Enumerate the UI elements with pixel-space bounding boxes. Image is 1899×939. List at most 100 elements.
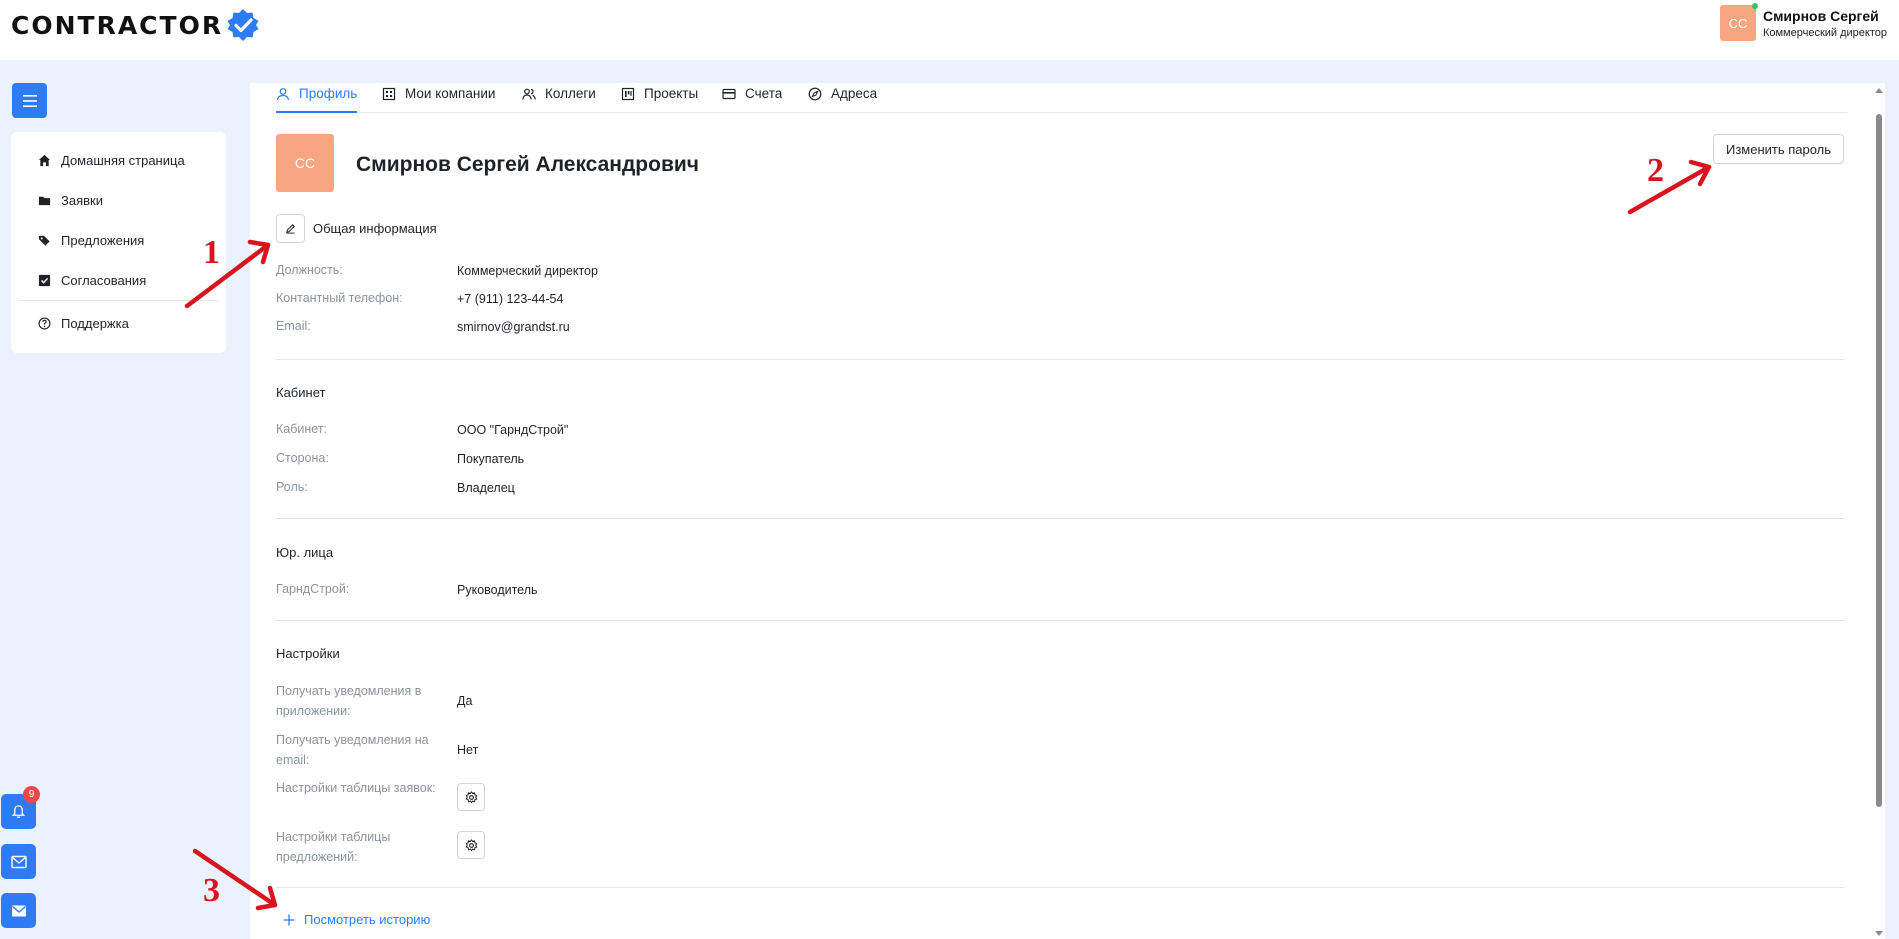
top-bar: CONTRACTOR СС Смирнов Сергей Коммерчески… [0, 0, 1899, 60]
sidebar-item-label: Домашняя страница [61, 153, 185, 168]
online-status-dot [1751, 3, 1758, 9]
notifications-button[interactable]: 9 [1, 786, 40, 829]
field-label-email: Email: [276, 319, 311, 333]
profile-panel: Профиль Мои компании Коллеги Проекты Сче… [250, 83, 1885, 939]
legal-section-title: Юр. лица [276, 545, 334, 560]
tab-profile[interactable]: Профиль [276, 86, 358, 113]
annotation-label-2: 2 [1647, 152, 1664, 189]
logo[interactable]: CONTRACTOR [11, 8, 260, 42]
user-info: Смирнов Сергей Коммерческий директор [1763, 8, 1887, 39]
tab-label: Проекты [644, 86, 699, 101]
building-icon [382, 87, 396, 101]
user-icon [276, 88, 290, 101]
section-divider [276, 518, 1844, 519]
field-value-phone: +7 (911) 123-44-54 [457, 292, 564, 306]
logo-text: CONTRACTOR [11, 10, 224, 40]
user-avatar-initials: СС [1728, 15, 1748, 31]
field-value-legal-entity: Руководитель [457, 583, 538, 597]
sidebar-item-label: Предложения [61, 233, 145, 248]
sidebar-item-approvals[interactable]: Согласования [38, 273, 146, 288]
tab-projects[interactable]: Проекты [621, 86, 698, 113]
edit-general-info-button[interactable] [276, 214, 305, 243]
tab-invoices[interactable]: Счета [722, 86, 782, 113]
field-label-position: Должность: [276, 263, 343, 277]
check-square-icon [38, 274, 51, 287]
field-label-role: Роль: [276, 480, 308, 494]
field-value-role: Владелец [457, 481, 515, 495]
mail-outline-icon [10, 855, 27, 868]
user-name: Смирнов Сергей [1762, 7, 1879, 24]
users-icon [522, 88, 536, 100]
scroll-up-arrow-icon[interactable] [1875, 88, 1883, 93]
profile-avatar: СС [276, 134, 334, 192]
page-scrollbar[interactable] [1874, 83, 1884, 939]
field-label-side: Сторона: [276, 451, 329, 465]
sidebar-item-support[interactable]: Поддержка [38, 316, 129, 331]
sidebar-item-label: Заявки [61, 193, 103, 208]
question-circle-icon [38, 317, 51, 330]
folder-icon [38, 196, 51, 206]
change-password-button[interactable]: Изменить пароль [1713, 134, 1844, 164]
section-divider [276, 620, 1844, 621]
tab-label: Коллеги [545, 86, 596, 101]
view-history-label: Посмотреть историю [304, 912, 431, 927]
field-label-cabinet: Кабинет: [276, 422, 328, 436]
scroll-down-arrow-icon[interactable] [1875, 931, 1883, 936]
field-value-position: Коммерческий директор [457, 264, 598, 278]
sidebar-item-label: Поддержка [61, 316, 129, 331]
offers-table-settings-button[interactable] [457, 831, 485, 859]
section-divider [276, 359, 1844, 360]
section-divider [276, 887, 1844, 888]
tab-addresses[interactable]: Адреса [808, 86, 877, 113]
menu-toggle-button[interactable] [12, 83, 47, 118]
pencil-icon [286, 224, 295, 234]
view-history-link[interactable]: Посмотреть историю [283, 912, 430, 927]
tab-label: Профиль [299, 86, 358, 101]
hamburger-icon [22, 94, 37, 107]
field-value-email: smirnov@grandst.ru [457, 320, 570, 334]
annotation-label-1: 1 [203, 234, 220, 271]
sidebar-item-offers[interactable]: Предложения [38, 233, 144, 248]
scrollbar-thumb[interactable] [1876, 114, 1882, 807]
mail-button[interactable] [1, 893, 36, 928]
general-info-title: Общая информация [313, 221, 437, 236]
mail-filled-icon [11, 905, 26, 916]
credit-card-icon [722, 88, 736, 100]
field-label-app-notifications: Получать уведомления в приложении: [276, 684, 422, 718]
tab-my-companies[interactable]: Мои компании [382, 86, 495, 113]
field-label-offers-table-settings: Настройки таблицы предложений: [276, 830, 391, 864]
profile-full-name: Смирнов Сергей Александрович [356, 153, 699, 176]
project-icon [621, 87, 635, 101]
requests-table-settings-button[interactable] [457, 783, 485, 811]
tabs-bar: Профиль Мои компании Коллеги Проекты Сче… [276, 83, 1847, 113]
bell-icon [11, 805, 26, 819]
compass-icon [808, 87, 822, 101]
sidebar-item-label: Согласования [61, 273, 147, 288]
cabinet-section-title: Кабинет [276, 385, 326, 400]
verified-badge-icon [227, 9, 259, 41]
gear-icon [465, 838, 477, 851]
tab-colleagues[interactable]: Коллеги [522, 86, 596, 113]
sidebar-item-home[interactable]: Домашняя страница [38, 153, 185, 168]
profile-avatar-initials: СС [294, 155, 316, 171]
home-icon [38, 154, 51, 167]
annotation-label-3: 3 [203, 872, 220, 909]
notification-count-badge: 9 [23, 786, 40, 803]
field-value-cabinet: ООО "ГарндСтрой" [457, 423, 569, 437]
field-value-app-notifications: Да [457, 694, 473, 708]
sidebar-item-requests[interactable]: Заявки [38, 193, 103, 208]
tags-icon [38, 235, 50, 246]
messages-button[interactable] [1, 844, 36, 879]
field-label-legal-entity: ГарндСтрой: [276, 582, 350, 596]
tab-label: Адреса [831, 86, 878, 101]
tab-label: Мои компании [405, 86, 496, 101]
field-value-side: Покупатель [457, 452, 525, 466]
settings-section-title: Настройки [276, 646, 340, 661]
tab-label: Счета [745, 86, 783, 101]
sidebar-divider [18, 300, 219, 301]
user-role: Коммерческий директор [1762, 26, 1887, 39]
user-menu[interactable]: СС Смирнов Сергей Коммерческий директор [1719, 3, 1887, 41]
plus-icon [283, 914, 295, 925]
sidebar: Домашняя страница Заявки Предложения Сог… [11, 132, 226, 353]
field-label-email-notifications: Получать уведомления на email: [276, 733, 429, 767]
